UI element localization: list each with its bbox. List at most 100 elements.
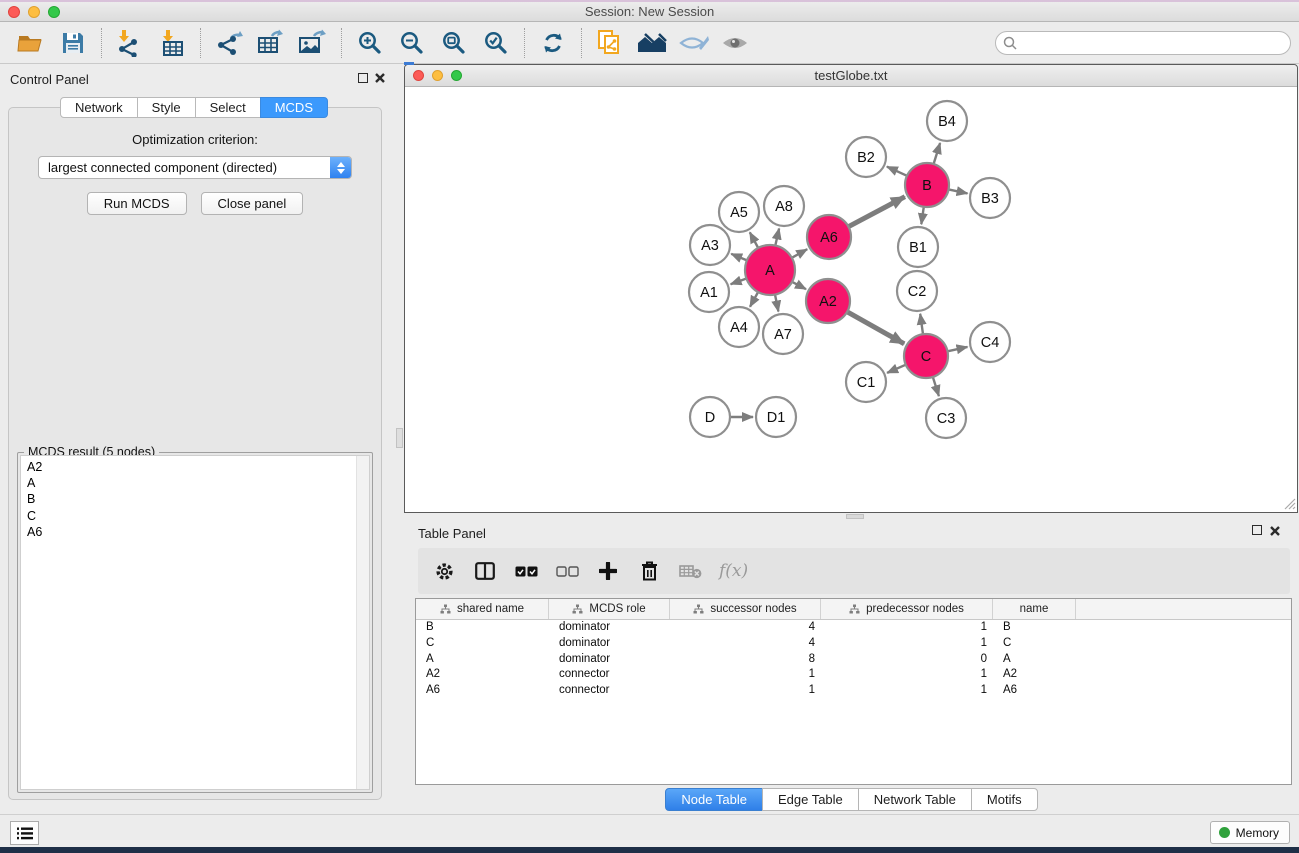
cell-MCDS-role[interactable]: dominator	[549, 620, 670, 636]
node-B2[interactable]: B2	[846, 137, 886, 177]
apply-function-icon[interactable]: f(x)	[719, 561, 748, 581]
column-header-shared-name[interactable]: shared name	[416, 599, 549, 619]
float-table-panel-icon[interactable]	[1252, 525, 1262, 535]
cell-predecessor-nodes[interactable]: 0	[821, 652, 993, 668]
cell-predecessor-nodes[interactable]: 1	[821, 667, 993, 683]
cell-MCDS-role[interactable]: connector	[549, 683, 670, 699]
tab-network-table[interactable]: Network Table	[858, 788, 972, 811]
cell-predecessor-nodes[interactable]: 1	[821, 636, 993, 652]
table-row[interactable]: A6connector11A6	[416, 683, 1291, 699]
task-history-button[interactable]	[10, 821, 39, 845]
delete-column-icon[interactable]	[637, 559, 661, 583]
table-row[interactable]: A2connector11A2	[416, 667, 1291, 683]
cell-predecessor-nodes[interactable]: 1	[821, 683, 993, 699]
node-D1[interactable]: D1	[756, 397, 796, 437]
edge-C-C4[interactable]	[948, 347, 968, 351]
cell-successor-nodes[interactable]: 8	[670, 652, 821, 668]
tab-edge-table[interactable]: Edge Table	[762, 788, 859, 811]
cell-shared-name[interactable]: C	[416, 636, 549, 652]
zoom-selected-icon[interactable]	[475, 27, 517, 59]
result-item[interactable]: B	[27, 491, 363, 507]
node-A4[interactable]: A4	[719, 307, 759, 347]
edge-A2-C[interactable]	[847, 312, 904, 344]
cell-successor-nodes[interactable]: 4	[670, 620, 821, 636]
node-D[interactable]: D	[690, 397, 730, 437]
node-A7[interactable]: A7	[763, 314, 803, 354]
edge-A-A5[interactable]	[750, 232, 758, 248]
edge-A-A7[interactable]	[775, 295, 778, 312]
tab-motifs[interactable]: Motifs	[971, 788, 1038, 811]
tab-node-table[interactable]: Node Table	[665, 788, 763, 811]
cell-name[interactable]: C	[993, 636, 1076, 652]
cell-shared-name[interactable]: A2	[416, 667, 549, 683]
cell-MCDS-role[interactable]: dominator	[549, 636, 670, 652]
node-C1[interactable]: C1	[846, 362, 886, 402]
edge-A-A3[interactable]	[731, 254, 747, 261]
import-network-icon[interactable]	[109, 27, 151, 59]
mcds-result-list[interactable]: A2ABCA6	[20, 455, 370, 790]
table-row[interactable]: Cdominator41C	[416, 636, 1291, 652]
settings-gear-icon[interactable]	[432, 559, 456, 583]
cell-successor-nodes[interactable]: 1	[670, 683, 821, 699]
zoom-fit-icon[interactable]	[433, 27, 475, 59]
open-network-file-icon[interactable]	[589, 27, 631, 59]
cell-shared-name[interactable]: B	[416, 620, 549, 636]
column-header-name[interactable]: name	[993, 599, 1076, 619]
edge-C-C3[interactable]	[933, 377, 939, 396]
edge-C-C1[interactable]	[887, 365, 906, 373]
export-image-icon[interactable]	[292, 27, 334, 59]
zoom-out-icon[interactable]	[391, 27, 433, 59]
edge-A6-B[interactable]	[848, 197, 905, 227]
add-column-icon[interactable]	[596, 559, 620, 583]
refresh-icon[interactable]	[532, 27, 574, 59]
network-window-titlebar[interactable]: testGlobe.txt	[405, 65, 1297, 87]
table-row[interactable]: Bdominator41B	[416, 620, 1291, 636]
node-B[interactable]: B	[905, 163, 949, 207]
node-C3[interactable]: C3	[926, 398, 966, 438]
deselect-all-columns-icon[interactable]	[555, 559, 579, 583]
node-B3[interactable]: B3	[970, 178, 1010, 218]
open-session-icon[interactable]	[10, 27, 52, 59]
result-item[interactable]: A2	[27, 459, 363, 475]
cell-name[interactable]: B	[993, 620, 1076, 636]
edge-A-A1[interactable]	[731, 279, 747, 285]
show-columns-icon[interactable]	[473, 559, 497, 583]
node-A1[interactable]: A1	[689, 272, 729, 312]
node-A5[interactable]: A5	[719, 192, 759, 232]
edge-B-B4[interactable]	[934, 143, 941, 164]
export-table-icon[interactable]	[250, 27, 292, 59]
close-panel-button[interactable]: Close panel	[201, 192, 304, 215]
cell-name[interactable]: A6	[993, 683, 1076, 699]
tab-style[interactable]: Style	[137, 97, 196, 118]
node-B1[interactable]: B1	[898, 227, 938, 267]
node-C4[interactable]: C4	[970, 322, 1010, 362]
delete-table-icon[interactable]	[678, 559, 702, 583]
cell-shared-name[interactable]: A	[416, 652, 549, 668]
result-item[interactable]: C	[27, 508, 363, 524]
node-B4[interactable]: B4	[927, 101, 967, 141]
horizontal-split-handle[interactable]	[846, 514, 864, 519]
cell-MCDS-role[interactable]: connector	[549, 667, 670, 683]
edge-B-B2[interactable]	[887, 167, 907, 176]
export-network-icon[interactable]	[208, 27, 250, 59]
node-C[interactable]: C	[904, 334, 948, 378]
tab-mcds[interactable]: MCDS	[260, 97, 328, 118]
cell-predecessor-nodes[interactable]: 1	[821, 620, 993, 636]
node-A2[interactable]: A2	[806, 279, 850, 323]
edge-A-A8[interactable]	[775, 229, 779, 246]
edge-A-A4[interactable]	[750, 292, 758, 307]
edge-A-A6[interactable]	[792, 249, 807, 258]
cell-name[interactable]: A2	[993, 667, 1076, 683]
zoom-in-icon[interactable]	[349, 27, 391, 59]
import-table-icon[interactable]	[151, 27, 193, 59]
resize-grip-icon[interactable]	[1283, 497, 1296, 510]
cell-shared-name[interactable]: A6	[416, 683, 549, 699]
run-mcds-button[interactable]: Run MCDS	[87, 192, 187, 215]
node-A6[interactable]: A6	[807, 215, 851, 259]
column-header-MCDS-role[interactable]: MCDS role	[549, 599, 670, 619]
edge-C-C2[interactable]	[920, 314, 923, 334]
float-panel-icon[interactable]	[358, 73, 368, 83]
edge-A-A2[interactable]	[792, 282, 806, 289]
criterion-select[interactable]: largest connected component (directed)	[38, 156, 352, 179]
select-all-columns-icon[interactable]	[514, 559, 538, 583]
